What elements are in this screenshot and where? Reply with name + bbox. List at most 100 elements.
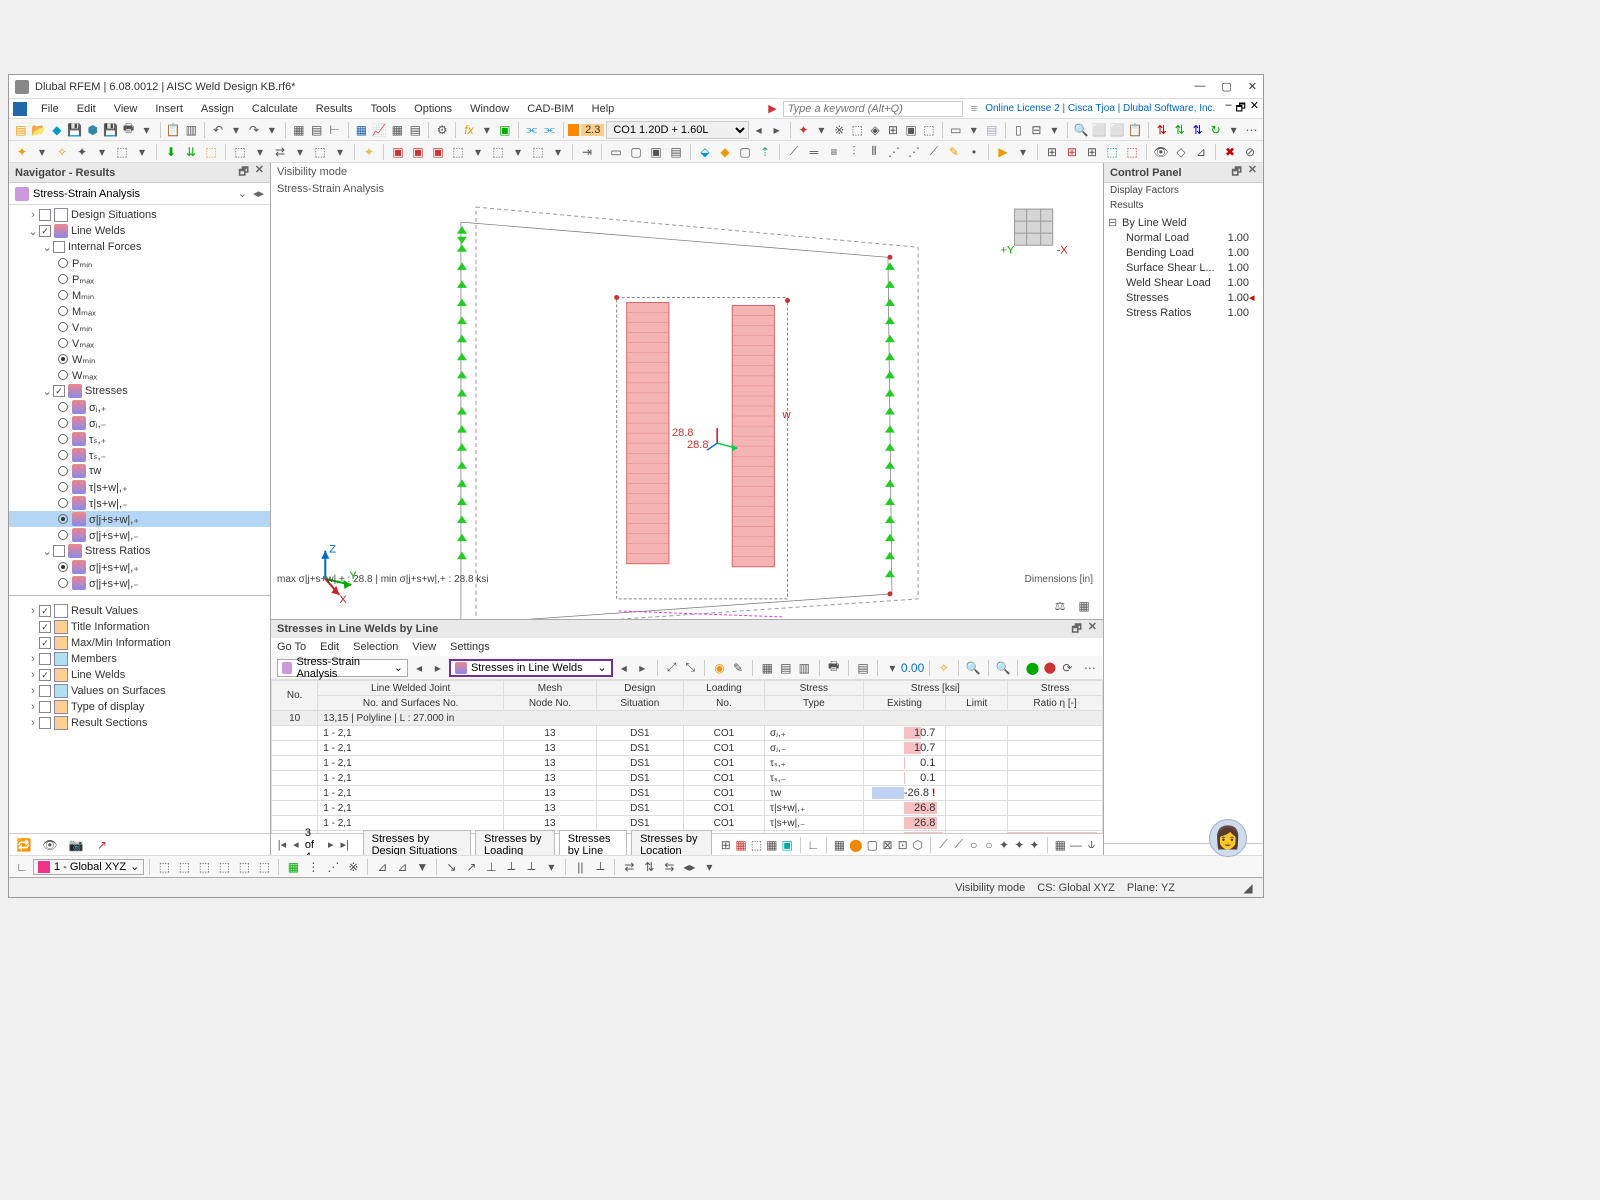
cp-icon[interactable]: 📋 [1127, 121, 1143, 139]
t4-icon[interactable]: ⊞ [885, 121, 901, 139]
new-icon[interactable]: ▤ [13, 121, 29, 139]
menu-edit[interactable]: Edit [69, 101, 104, 117]
l8-icon[interactable]: ⟋ [925, 143, 943, 161]
fx-dd-icon[interactable]: ▾ [479, 121, 495, 139]
l5-icon[interactable]: ⫴ [865, 143, 883, 161]
g2-icon[interactable]: ⊞ [1063, 143, 1081, 161]
s5-icon[interactable]: ⬚ [489, 143, 507, 161]
loadcase-select[interactable]: CO1 1.20D + 1.60L [606, 121, 748, 139]
table-row[interactable]: 1 - 2,113DS1CO1τ|s+w|,₋26.8 [272, 816, 1103, 831]
nav-item[interactable]: σ|j+s+w|,₊ [9, 559, 270, 575]
gear-icon[interactable]: ⚙ [434, 121, 450, 139]
srot-icon[interactable]: ↻ [1208, 121, 1224, 139]
menu-view[interactable]: View [106, 101, 146, 117]
l2-icon[interactable]: ═ [805, 143, 823, 161]
result-icon[interactable]: ▦ [1075, 597, 1093, 615]
minimize-icon[interactable]: — [1194, 80, 1205, 93]
t6-icon[interactable]: ⬚ [921, 121, 937, 139]
v3-icon[interactable]: ⊿ [1192, 143, 1210, 161]
r10-icon[interactable]: ⬚ [311, 143, 329, 161]
l6-icon[interactable]: ⋰ [885, 143, 903, 161]
f3-icon[interactable]: ▢ [627, 143, 645, 161]
cube-icon[interactable]: ⬜ [1091, 121, 1107, 139]
menu-calculate[interactable]: Calculate [244, 101, 306, 117]
r5-icon[interactable]: ⬇ [162, 143, 180, 161]
r6-icon[interactable]: ⇊ [182, 143, 200, 161]
tb-m-icon[interactable]: 🔍 [966, 659, 981, 677]
tb-e-icon[interactable]: ▦ [760, 659, 775, 677]
nav-item[interactable]: τₛ,₊ [9, 431, 270, 447]
exp-icon[interactable]: ▣ [497, 121, 513, 139]
tmenu-view[interactable]: View [412, 641, 436, 653]
nav-item[interactable]: Pₘᵢₙ [9, 255, 270, 271]
calc-icon[interactable]: ▦ [354, 121, 370, 139]
nav-item[interactable]: ⌄Stresses [9, 383, 270, 399]
t8-icon[interactable]: ▤ [984, 121, 1000, 139]
t1-icon[interactable]: ※ [831, 121, 847, 139]
cs-select[interactable]: 1 - Global XYZ⌄ [33, 859, 144, 875]
cp-row[interactable]: Surface Shear L...1.00 [1108, 260, 1259, 275]
nav-item[interactable]: Wₘₐₓ [9, 367, 270, 383]
p1-icon[interactable]: ▶ [994, 143, 1012, 161]
resize-grip-icon[interactable]: ◢ [1239, 879, 1257, 897]
tb-a-icon[interactable]: ⤢ [664, 659, 679, 677]
v1-icon[interactable]: 👁 [1152, 143, 1170, 161]
nav-pin-icon[interactable]: 🗗 [238, 163, 248, 182]
r7-icon[interactable]: ⬚ [202, 143, 220, 161]
s4-icon[interactable]: ⬚ [449, 143, 467, 161]
f6-icon[interactable]: ⬙ [696, 143, 714, 161]
v2-icon[interactable]: ◇ [1172, 143, 1190, 161]
grid-icon[interactable]: ▦ [389, 121, 405, 139]
dd4-icon[interactable]: ▾ [1226, 121, 1242, 139]
table-row[interactable]: 1 - 2,113DS1CO1σⱼ,₊10.7 [272, 726, 1103, 741]
redo-icon[interactable]: ↷ [246, 121, 262, 139]
close-icon[interactable]: ✕ [1248, 80, 1257, 93]
g5-icon[interactable]: ⬚ [1123, 143, 1141, 161]
t9-icon[interactable]: ▯ [1011, 121, 1027, 139]
panel3-icon[interactable]: ⊢ [327, 121, 343, 139]
nav-item[interactable]: σ|j+s+w|,₋ [9, 527, 270, 543]
mdi-restore-icon[interactable]: 🗗 [1235, 99, 1245, 118]
nav-result-item[interactable]: ›Result Values [9, 603, 270, 619]
x-icon[interactable]: ✖ [1221, 143, 1239, 161]
license-info[interactable]: Online License 2 | Cisca Tjoa | Dlubal S… [985, 103, 1215, 114]
r2-icon[interactable]: ✧ [53, 143, 71, 161]
t7-icon[interactable]: ▭ [948, 121, 964, 139]
navigator-tree[interactable]: ›Design Situations⌄Line Welds⌄Internal F… [9, 205, 270, 833]
nav-cam-icon[interactable]: 📷 [67, 836, 85, 854]
nav-item[interactable]: τw [9, 463, 270, 479]
tb-j-icon[interactable]: ▾ [885, 659, 900, 677]
s1-icon[interactable]: ▣ [389, 143, 407, 161]
pg-e-icon[interactable]: ▣ [781, 836, 792, 854]
clipboard-icon[interactable]: 📋 [165, 121, 181, 139]
navigator-analysis-combo[interactable]: ⌄◂▸ [9, 183, 270, 205]
l10-icon[interactable]: • [965, 143, 983, 161]
table-row[interactable]: 1 - 2,113DS1CO1τₛ,₊0.1 [272, 756, 1103, 771]
3d-viewport[interactable]: 28.8 28.8 w [271, 197, 1103, 619]
nav-item[interactable]: Pₘₐₓ [9, 271, 270, 287]
nav-item[interactable]: ⌄Line Welds [9, 223, 270, 239]
tmenu-sel[interactable]: Selection [353, 641, 398, 653]
print-icon[interactable]: 🖶 [121, 121, 137, 139]
l3-icon[interactable]: ≡ [825, 143, 843, 161]
nav-result-item[interactable]: ›Result Sections [9, 715, 270, 731]
nav-item[interactable]: ›Design Situations [9, 207, 270, 223]
table-row[interactable]: 1 - 2,113DS1CO1τw-26.8 ! [272, 786, 1103, 801]
cp-row[interactable]: Stress Ratios1.00 [1108, 305, 1259, 320]
tab-0[interactable]: Stresses by Design Situations [363, 830, 471, 856]
pg-b-icon[interactable]: ▦ [735, 836, 746, 854]
menu-insert[interactable]: Insert [147, 101, 191, 117]
nav-result-item[interactable]: ›Type of display [9, 699, 270, 715]
pg-first-icon[interactable]: |◂ [277, 838, 287, 851]
tb-n-icon[interactable]: 🔍 [996, 659, 1011, 677]
r8-icon[interactable]: ⬚ [231, 143, 249, 161]
dd-icon[interactable]: ▾ [813, 121, 829, 139]
save-icon[interactable]: 💾 [67, 121, 83, 139]
tb-c-icon[interactable]: ◉ [712, 659, 727, 677]
mdi-minimize-icon[interactable]: – [1225, 99, 1231, 118]
panel1-icon[interactable]: ▦ [291, 121, 307, 139]
cs-icon[interactable]: ∟ [13, 858, 31, 876]
nav-item[interactable]: τ|s+w|,₊ [9, 479, 270, 495]
panel2-icon[interactable]: ▤ [309, 121, 325, 139]
undo-dd-icon[interactable]: ▾ [228, 121, 244, 139]
